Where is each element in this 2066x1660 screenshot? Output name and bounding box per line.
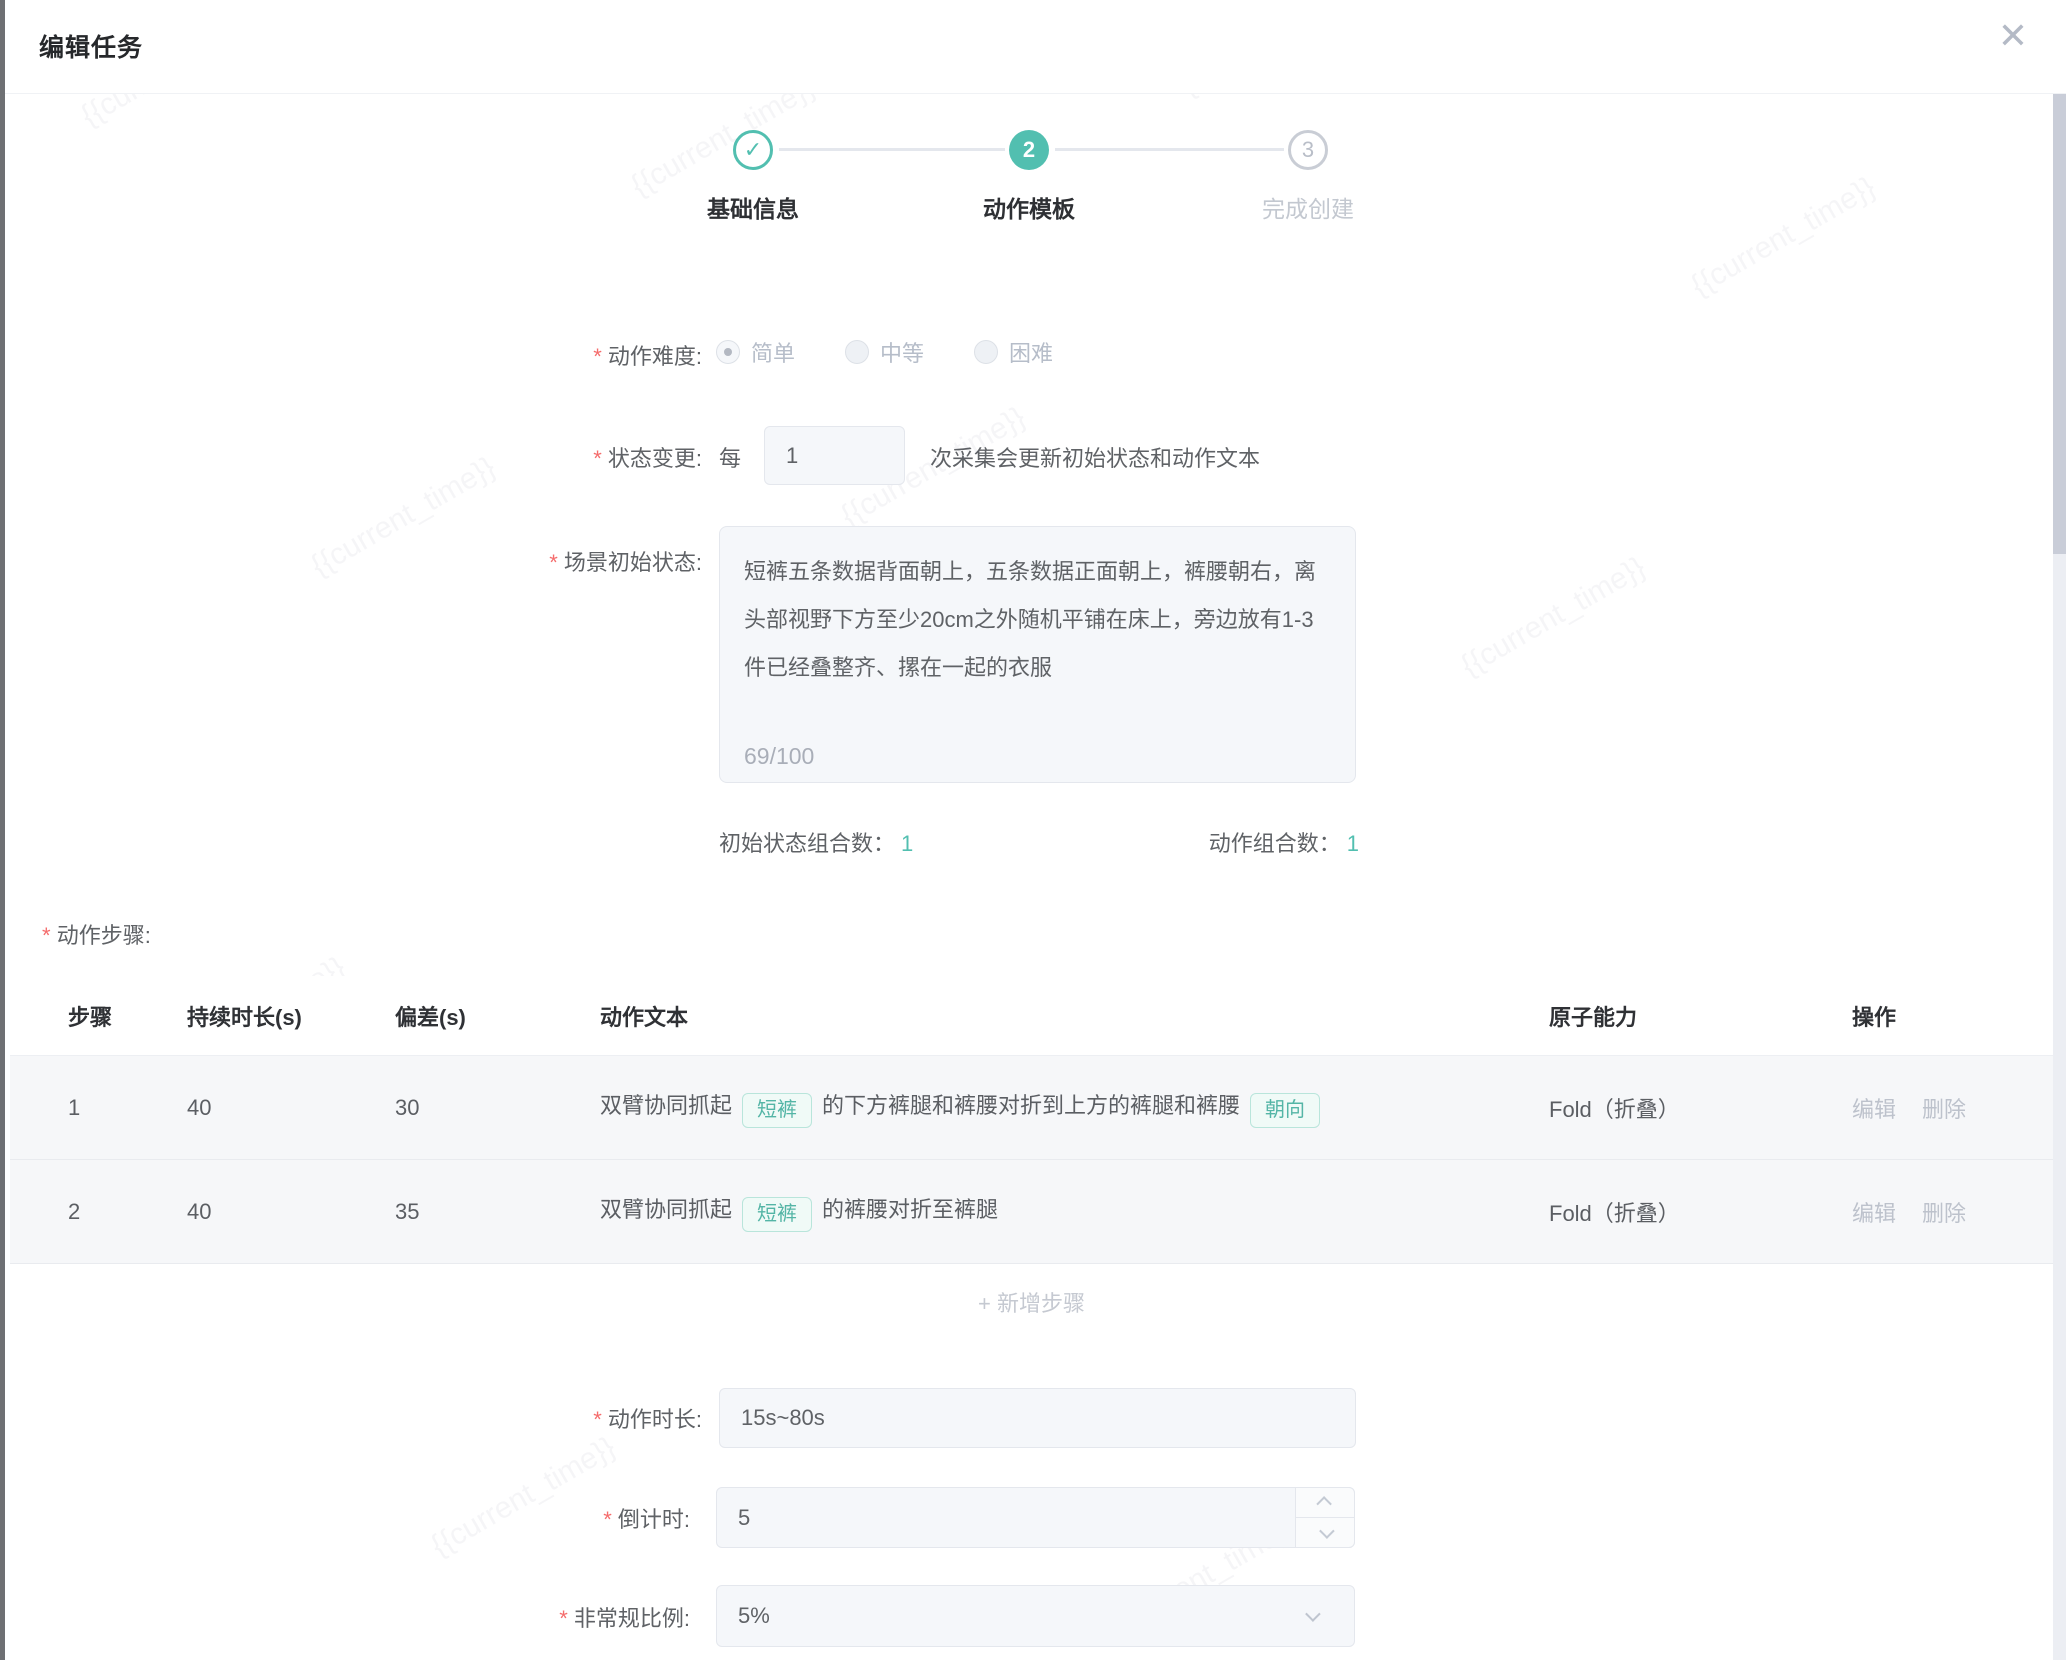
table-row: 14030双臂协同抓起短裤的下方裤腿和裤腰对折到上方的裤腿和裤腰朝向Fold（折… — [10, 1056, 2053, 1160]
select-chevron-down-icon — [1306, 1610, 1317, 1621]
header-step: 步骤 — [68, 1000, 187, 1032]
duration-input[interactable]: 15s~80s — [719, 1388, 1356, 1448]
radio-circle-icon — [845, 340, 869, 364]
entity-tag: 短裤 — [742, 1093, 812, 1128]
radio-circle-icon — [716, 340, 740, 364]
cell-duration: 40 — [187, 1199, 395, 1225]
step-3-label: 完成创建 — [1198, 190, 1418, 224]
watermark-text: {{current_time}} — [1685, 171, 1881, 304]
radio-label: 中等 — [880, 336, 924, 368]
header-action-text: 动作文本 — [600, 1000, 1549, 1032]
countdown-spinner — [1295, 1487, 1355, 1548]
state-change-input[interactable]: 1 — [764, 426, 905, 485]
header-duration: 持续时长(s) — [187, 1000, 395, 1032]
scrollbar-track[interactable] — [2053, 94, 2066, 1660]
countdown-label: 倒计时: — [360, 1502, 690, 1534]
action-text-fragment: 双臂协同抓起 — [600, 1197, 732, 1222]
chevron-down-icon — [1319, 1523, 1335, 1539]
step-2-label: 动作模板 — [919, 190, 1139, 224]
header-offset: 偏差(s) — [395, 1000, 600, 1032]
difficulty-radio-group: 简单 中等 困难 — [716, 336, 1053, 368]
radio-label: 简单 — [751, 336, 795, 368]
cell-offset: 35 — [395, 1199, 600, 1225]
spinner-up-button[interactable] — [1296, 1488, 1354, 1518]
delete-link[interactable]: 删除 — [1922, 1092, 1966, 1124]
table-header-row: 步骤 持续时长(s) 偏差(s) 动作文本 原子能力 操作 — [10, 976, 2053, 1056]
countdown-input[interactable]: 5 — [716, 1487, 1355, 1548]
step-2-circle: 2 — [1009, 130, 1049, 170]
action-text-fragment: 双臂协同抓起 — [600, 1093, 732, 1118]
table-row: 24035双臂协同抓起短裤的裤腰对折至裤腿Fold（折叠）编辑删除 — [10, 1160, 2053, 1264]
chevron-up-icon — [1316, 1496, 1332, 1512]
scrollbar-thumb[interactable] — [2053, 94, 2066, 554]
char-counter: 69/100 — [744, 745, 814, 768]
header-ability: 原子能力 — [1549, 1000, 1852, 1032]
add-step-button[interactable]: + 新增步骤 — [10, 1264, 2053, 1339]
cell-operations: 编辑删除 — [1852, 1092, 2053, 1124]
step-connector-2 — [1055, 148, 1284, 151]
initial-state-label: 场景初始状态: — [372, 545, 702, 577]
unusual-ratio-label: 非常规比例: — [360, 1601, 690, 1633]
entity-tag: 短裤 — [742, 1197, 812, 1232]
entity-tag: 朝向 — [1250, 1093, 1320, 1128]
difficulty-radio-3[interactable]: 困难 — [974, 336, 1053, 368]
initial-state-text: 短裤五条数据背面朝上，五条数据正面朝上，裤腰朝右，离头部视野下方至少20cm之外… — [744, 559, 1316, 680]
close-icon[interactable]: ✕ — [1998, 18, 2028, 54]
action-text-fragment: 的下方裤腿和裤腰对折到上方的裤腿和裤腰 — [822, 1093, 1240, 1118]
steps-table: 步骤 持续时长(s) 偏差(s) 动作文本 原子能力 操作 14030双臂协同抓… — [10, 976, 2053, 1339]
initial-state-textarea[interactable]: 短裤五条数据背面朝上，五条数据正面朝上，裤腰朝右，离头部视野下方至少20cm之外… — [719, 526, 1356, 783]
edit-link[interactable]: 编辑 — [1852, 1196, 1896, 1228]
header-operations: 操作 — [1852, 1000, 2053, 1032]
modal-title: 编辑任务 — [39, 28, 143, 64]
cell-step: 2 — [68, 1199, 187, 1225]
watermark-text: {{current_time}} — [425, 1431, 621, 1564]
difficulty-radio-1[interactable]: 简单 — [716, 336, 795, 368]
duration-label: 动作时长: — [372, 1402, 702, 1434]
cell-operations: 编辑删除 — [1852, 1196, 2053, 1228]
cell-action-text: 双臂协同抓起短裤的下方裤腿和裤腰对折到上方的裤腿和裤腰朝向 — [600, 1088, 1549, 1128]
state-change-label: 状态变更: — [372, 441, 702, 473]
step-connector-1 — [779, 148, 1005, 151]
spinner-down-button[interactable] — [1296, 1518, 1354, 1547]
page-left-edge — [0, 0, 5, 1660]
initial-combo-value: 1 — [901, 831, 913, 856]
edit-link[interactable]: 编辑 — [1852, 1092, 1896, 1124]
action-combo-label: 动作组合数： — [1209, 831, 1341, 856]
state-change-prefix: 每 — [719, 441, 741, 473]
state-change-suffix: 次采集会更新初始状态和动作文本 — [930, 441, 1260, 473]
difficulty-label: 动作难度: — [372, 339, 702, 371]
initial-combo-label: 初始状态组合数： — [719, 831, 895, 856]
action-combo-value: 1 — [1347, 831, 1359, 856]
cell-offset: 30 — [395, 1095, 600, 1121]
watermark-text: {{current_time}} — [1455, 551, 1651, 684]
cell-step: 1 — [68, 1095, 187, 1121]
initial-combo-count: 初始状态组合数：1 — [719, 826, 913, 858]
action-text-fragment: 的裤腰对折至裤腿 — [822, 1197, 998, 1222]
cell-ability: Fold（折叠） — [1549, 1092, 1852, 1124]
action-combo-count: 动作组合数：1 — [1209, 826, 1359, 858]
action-steps-label: 动作步骤: — [42, 918, 151, 950]
step-1-label: 基础信息 — [643, 190, 863, 224]
cell-ability: Fold（折叠） — [1549, 1196, 1852, 1228]
delete-link[interactable]: 删除 — [1922, 1196, 1966, 1228]
step-1-circle-check-icon: ✓ — [733, 130, 773, 170]
modal-header: 编辑任务 ✕ — [5, 0, 2066, 94]
cell-duration: 40 — [187, 1095, 395, 1121]
radio-label: 困难 — [1009, 336, 1053, 368]
cell-action-text: 双臂协同抓起短裤的裤腰对折至裤腿 — [600, 1192, 1549, 1232]
unusual-ratio-select[interactable]: 5% — [716, 1585, 1355, 1647]
radio-circle-icon — [974, 340, 998, 364]
table-body: 14030双臂协同抓起短裤的下方裤腿和裤腰对折到上方的裤腿和裤腰朝向Fold（折… — [10, 1056, 2053, 1264]
step-3-circle: 3 — [1288, 130, 1328, 170]
difficulty-radio-2[interactable]: 中等 — [845, 336, 924, 368]
